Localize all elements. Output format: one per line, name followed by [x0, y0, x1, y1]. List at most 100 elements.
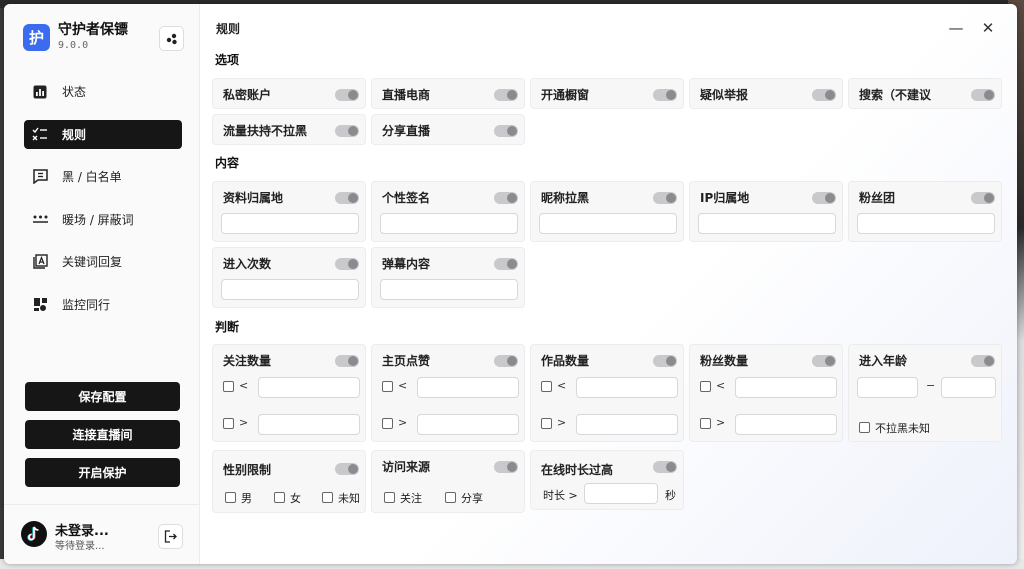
tiktok-logo-icon [21, 521, 47, 547]
app-version: 9.0.0 [58, 40, 89, 51]
text-input[interactable] [221, 279, 359, 300]
gt-input[interactable] [735, 414, 837, 435]
gt-input[interactable] [258, 414, 360, 435]
toggle-switch[interactable] [971, 355, 995, 367]
toggle-switch[interactable] [653, 192, 677, 204]
nav-label: 黑 / 白名单 [62, 170, 122, 184]
toggle-switch[interactable] [971, 192, 995, 204]
toggle-switch[interactable] [653, 89, 677, 101]
lt-input[interactable] [258, 377, 360, 398]
lt-checkbox[interactable] [223, 381, 234, 392]
age-max-input[interactable] [941, 377, 996, 398]
toggle-switch[interactable] [494, 89, 518, 101]
nav-item-rules[interactable]: 规则 [24, 119, 182, 149]
unknown-checkbox[interactable] [322, 492, 333, 503]
action-buttons: 保存配置 连接直播间 开启保护 [25, 382, 180, 496]
source-follow-checkbox[interactable] [384, 492, 395, 503]
toggle-switch[interactable] [494, 355, 518, 367]
theme-button[interactable] [159, 26, 184, 51]
gt-checkbox[interactable] [541, 418, 552, 429]
section-judge: 判断 [215, 320, 240, 334]
lt-checkbox[interactable] [541, 381, 552, 392]
content-card: 进入次数 [212, 247, 366, 308]
user-panel: 未登录... 等待登录... [4, 504, 200, 564]
lt-input[interactable] [576, 377, 678, 398]
logout-button[interactable] [158, 524, 183, 549]
dots-icon [32, 211, 48, 227]
lt-input[interactable] [417, 377, 519, 398]
lt-checkbox[interactable] [700, 381, 711, 392]
toggle-switch[interactable] [971, 89, 995, 101]
toggle-switch[interactable] [335, 355, 359, 367]
section-content: 内容 [215, 156, 240, 170]
minimize-button[interactable]: — [946, 18, 966, 38]
brand: 护 守护者保镖 9.0.0 [23, 22, 128, 52]
nav-item-warmup[interactable]: 暖场 / 屏蔽词 [24, 205, 182, 234]
app-name: 守护者保镖 [58, 22, 128, 38]
gt-checkbox[interactable] [223, 418, 234, 429]
age-min-input[interactable] [857, 377, 918, 398]
text-input[interactable] [857, 213, 995, 234]
start-protect-button[interactable]: 开启保护 [25, 458, 180, 487]
toggle-switch[interactable] [494, 192, 518, 204]
toggle-switch[interactable] [653, 461, 677, 473]
toggle-switch[interactable] [335, 89, 359, 101]
no-block-unknown-checkbox[interactable] [859, 422, 870, 433]
toggle-switch[interactable] [335, 463, 359, 475]
female-checkbox[interactable] [274, 492, 285, 503]
male-checkbox[interactable] [225, 492, 236, 503]
nav-item-keyword-reply[interactable]: 关键词回复 [24, 247, 182, 276]
content-card: 个性签名 [371, 181, 525, 242]
toggle-switch[interactable] [494, 125, 518, 137]
duration-input[interactable] [584, 483, 658, 504]
lt-checkbox[interactable] [382, 381, 393, 392]
content-card: 昵称拉黑 [530, 181, 684, 242]
toggle-switch[interactable] [494, 461, 518, 473]
toggle-switch[interactable] [812, 89, 836, 101]
range-card-age: 进入年龄 − 不拉黑未知 [848, 344, 1002, 442]
app-logo: 护 [23, 23, 50, 51]
nav-item-blacklist[interactable]: 黑 / 白名单 [24, 162, 182, 191]
lt-input[interactable] [735, 377, 837, 398]
gt-input[interactable] [576, 414, 678, 435]
toggle-switch[interactable] [335, 125, 359, 137]
range-card-follow: 关注数量 < > [212, 344, 366, 442]
toggle-switch[interactable] [812, 355, 836, 367]
gender-card: 性别限制 男 女 未知 [212, 450, 366, 513]
option-card: 开通橱窗 [530, 78, 684, 109]
option-card: 直播电商 [371, 78, 525, 109]
user-status: 等待登录... [55, 541, 105, 552]
section-options: 选项 [215, 53, 240, 67]
text-input[interactable] [698, 213, 836, 234]
toggle-switch[interactable] [653, 355, 677, 367]
rules-icon [32, 126, 48, 142]
content-card: IP归属地 [689, 181, 843, 242]
save-config-button[interactable]: 保存配置 [25, 382, 180, 411]
bar-chart-icon [32, 84, 48, 100]
toggle-switch[interactable] [812, 192, 836, 204]
nav-item-monitor[interactable]: 监控同行 [24, 290, 182, 319]
source-share-checkbox[interactable] [445, 492, 456, 503]
nav-item-status[interactable]: 状态 [24, 77, 182, 106]
text-input[interactable] [539, 213, 677, 234]
connect-live-button[interactable]: 连接直播间 [25, 420, 180, 449]
gt-checkbox[interactable] [700, 418, 711, 429]
monitor-icon [32, 296, 48, 312]
online-duration-card: 在线时长过高 时长 > 秒 [530, 450, 684, 510]
toggle-switch[interactable] [494, 258, 518, 270]
text-input[interactable] [380, 279, 518, 300]
option-card: 流量扶持不拉黑 [212, 114, 366, 145]
gt-input[interactable] [417, 414, 519, 435]
nav-label: 关键词回复 [62, 255, 123, 269]
toggle-switch[interactable] [335, 258, 359, 270]
minimize-icon: — [948, 19, 964, 37]
text-input[interactable] [380, 213, 518, 234]
text-input[interactable] [221, 213, 359, 234]
gt-checkbox[interactable] [382, 418, 393, 429]
option-card: 私密账户 [212, 78, 366, 109]
toggle-switch[interactable] [335, 192, 359, 204]
range-card-works: 作品数量 < > [530, 344, 684, 442]
rules-panel: 规则 — ✕ 选项 私密账户 直播电商 开通橱窗 疑似举报 搜索（不建议 流量扶… [200, 4, 1017, 564]
keyword-icon [32, 254, 48, 270]
close-button[interactable]: ✕ [978, 18, 998, 38]
